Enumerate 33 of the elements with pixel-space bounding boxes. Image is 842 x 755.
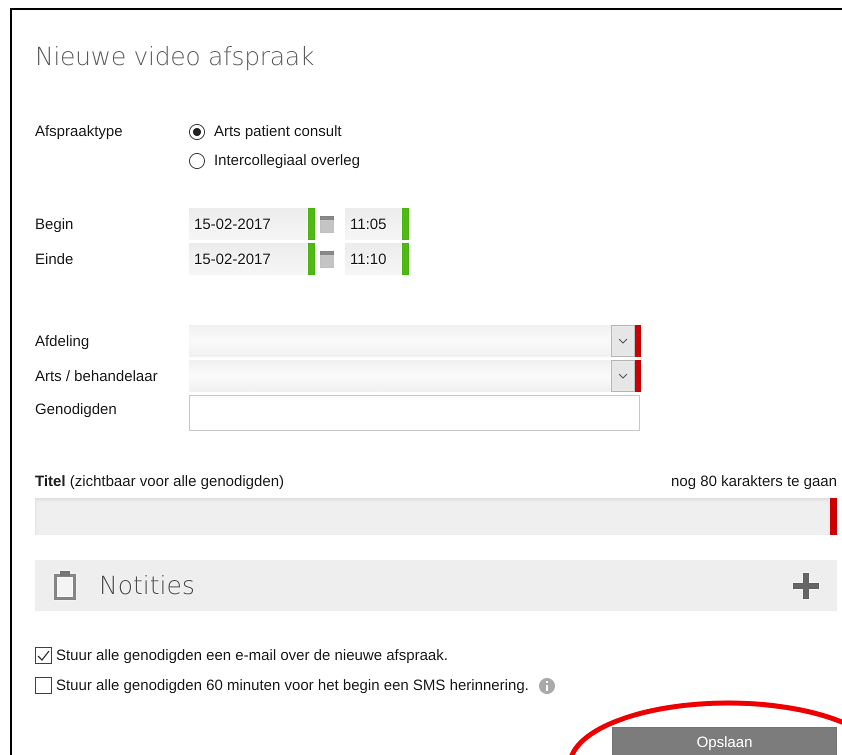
title-label: Titel (zichtbaar voor alle genodigden) bbox=[35, 473, 284, 490]
date-field[interactable]: 15-02-2017 bbox=[189, 243, 315, 275]
notes-title: Notities bbox=[99, 571, 196, 600]
field-label: Afdeling bbox=[35, 332, 90, 350]
dropdown-field[interactable] bbox=[189, 360, 641, 392]
field-label: Genodigden bbox=[35, 400, 118, 418]
plus-icon[interactable] bbox=[793, 572, 819, 598]
calendar-icon[interactable] bbox=[320, 249, 334, 269]
title-input-field[interactable] bbox=[35, 498, 837, 535]
field-label: Afspraaktype bbox=[35, 123, 124, 140]
time-field[interactable]: 11:10 bbox=[345, 243, 409, 275]
date-field[interactable]: 15-02-2017 bbox=[189, 208, 315, 240]
save-button[interactable]: Opslaan bbox=[612, 727, 837, 755]
dialog-title: Nieuwe video afspraak bbox=[35, 42, 315, 71]
radio-option[interactable]: Intercollegiaal overleg bbox=[189, 152, 360, 169]
field-label: Einde bbox=[35, 250, 74, 268]
character-counter: nog 80 karakters te gaan bbox=[671, 473, 837, 490]
info-icon[interactable] bbox=[538, 678, 555, 694]
time-field[interactable]: 11:05 bbox=[345, 208, 409, 240]
radio-option[interactable]: Arts patient consult bbox=[189, 123, 360, 140]
chevron-down-icon bbox=[618, 373, 628, 379]
checkbox[interactable] bbox=[35, 677, 52, 694]
calendar-icon[interactable] bbox=[320, 214, 334, 234]
checkbox[interactable] bbox=[35, 647, 52, 664]
checkbox-label: Stuur alle genodigden 60 minuten voor het begin een SMS herinnering. bbox=[56, 677, 529, 694]
notes-panel[interactable]: Notities bbox=[35, 560, 837, 611]
field-label: Arts / behandelaar bbox=[35, 368, 159, 384]
chevron-down-icon bbox=[618, 338, 628, 344]
checkbox-label: Stuur alle genodigden een e-mail over de nieuwe afspraak. bbox=[56, 647, 448, 664]
field-label: Begin bbox=[35, 216, 74, 232]
dropdown-field[interactable] bbox=[189, 325, 641, 357]
clipboard-icon bbox=[53, 570, 77, 600]
input-field[interactable] bbox=[189, 395, 640, 431]
